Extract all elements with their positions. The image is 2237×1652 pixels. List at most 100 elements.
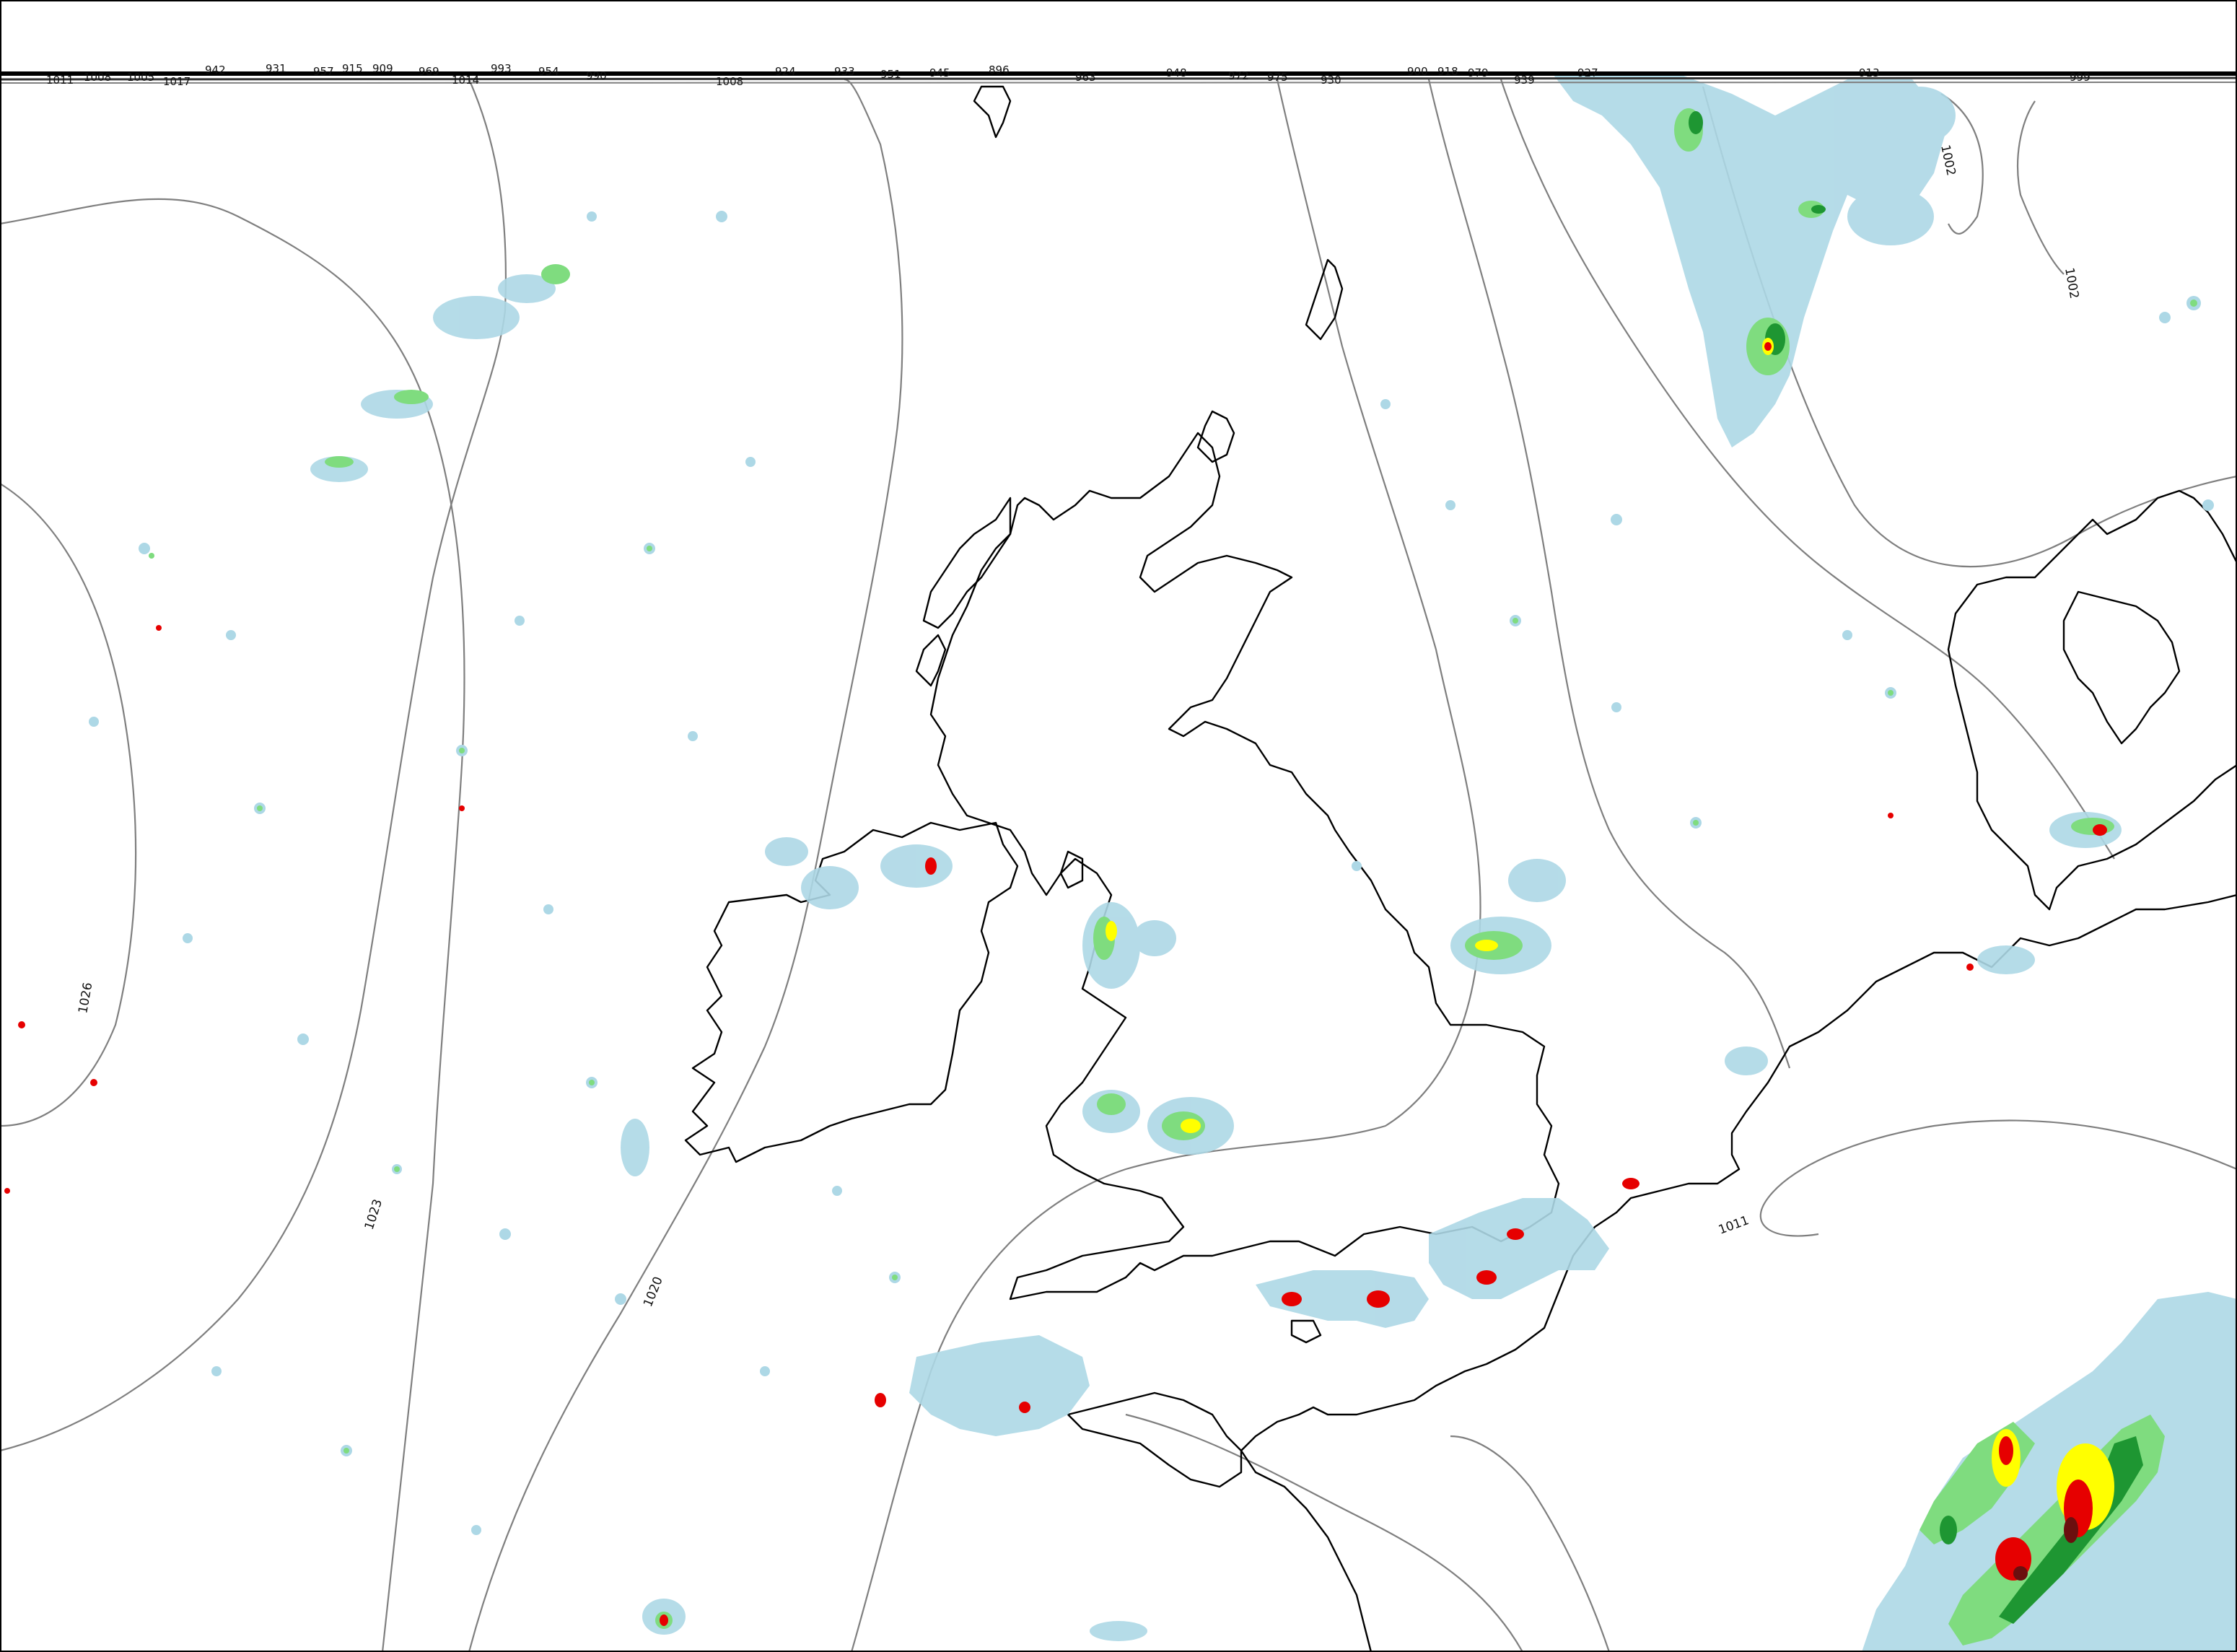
shower-cell: [1380, 399, 1391, 409]
precip-area: [2064, 1517, 2078, 1543]
shower-cell: [615, 1293, 626, 1305]
precip-area: [325, 456, 354, 468]
shower-cell: [139, 543, 150, 554]
precip-area: [1181, 1119, 1201, 1133]
top-edge-label: 990: [586, 69, 607, 82]
precip-area: [660, 1614, 668, 1626]
precip-area: [1847, 188, 1934, 245]
shower-cell: [688, 731, 698, 741]
precip-area: [621, 1119, 649, 1176]
top-edge-label: 1014: [452, 74, 479, 87]
shower-cell: [716, 211, 727, 222]
shower-cell: [459, 805, 465, 811]
precip-area: [1977, 945, 2035, 974]
top-edge-label: 927: [1577, 66, 1598, 79]
shower-cell: [459, 748, 465, 753]
shower-cell: [4, 1188, 10, 1194]
precip-area: [1507, 1228, 1524, 1240]
shower-cell: [1445, 500, 1455, 510]
precip-area: [1106, 921, 1117, 941]
top-edge-line: [0, 82, 2237, 84]
precip-area: [1940, 1516, 1957, 1544]
precip-area: [1689, 111, 1703, 134]
shower-cell: [156, 625, 162, 631]
shower-cell: [2190, 300, 2197, 307]
shower-cell: [89, 717, 99, 727]
precip-area: [880, 844, 953, 888]
shower-cell: [587, 211, 597, 222]
shower-cell: [1352, 861, 1362, 871]
top-edge-label: 939: [1514, 74, 1535, 87]
shower-cell: [2202, 499, 2214, 511]
top-edge-label: 975: [1267, 71, 1288, 84]
shower-cell: [1842, 630, 1852, 640]
precip-area: [1367, 1290, 1390, 1308]
top-edge-label: 915: [342, 62, 363, 75]
precip-area: [2013, 1566, 2028, 1581]
precip-area: [2071, 818, 2114, 835]
top-edge-label: 1008: [84, 71, 111, 84]
top-edge-label: 1017: [163, 75, 191, 88]
shower-cell: [471, 1525, 481, 1535]
map-background: [0, 0, 2237, 1652]
top-edge-label: 951: [880, 68, 901, 81]
precip-area: [1476, 1270, 1497, 1285]
precip-area: [394, 390, 429, 404]
top-edge-label: 979: [1468, 66, 1489, 79]
top-edge-label: 931: [266, 62, 286, 75]
shower-cell: [2159, 312, 2171, 323]
shower-cell: [226, 630, 236, 640]
top-edge-label: 1008: [716, 75, 743, 88]
shower-cell: [589, 1080, 595, 1085]
shower-cell: [832, 1186, 842, 1196]
precip-area: [765, 837, 808, 866]
top-edge-label: 942: [205, 64, 226, 77]
shower-cell: [499, 1228, 511, 1240]
precip-area: [1133, 920, 1176, 956]
top-edge-label: 913: [1859, 66, 1880, 79]
precip-area: [2093, 824, 2107, 836]
top-edge-label: 957: [313, 65, 334, 78]
precip-area: [801, 866, 859, 909]
shower-cell: [543, 904, 553, 914]
shower-cell: [892, 1275, 898, 1280]
shower-cell: [343, 1448, 349, 1454]
shower-cell: [1888, 813, 1894, 818]
shower-cell: [394, 1166, 400, 1172]
precip-area: [1725, 1046, 1768, 1075]
shower-cell: [1888, 690, 1894, 696]
shower-cell: [297, 1033, 309, 1045]
shower-cell: [183, 933, 193, 943]
top-edge-label: 909: [372, 62, 393, 75]
top-edge-label: 969: [419, 65, 439, 78]
top-edge-label: 933: [834, 65, 855, 78]
precip-area: [925, 857, 937, 875]
shower-cell: [211, 1366, 222, 1376]
top-edge-label: 930: [1321, 74, 1341, 87]
weather-map: 1026 1023 1020 1011 1002 1002 1011 1008 …: [0, 0, 2237, 1652]
precip-area: [1475, 940, 1498, 951]
precip-area: [541, 264, 570, 284]
precip-area: [1508, 859, 1566, 902]
precip-area: [1622, 1178, 1640, 1189]
top-edge-line: [0, 77, 2237, 81]
top-edge-label: 963: [1075, 71, 1096, 84]
precip-area: [1764, 342, 1772, 351]
shower-cell: [90, 1079, 97, 1086]
shower-cell: [1513, 618, 1518, 624]
top-edge-label: 918: [1437, 65, 1458, 78]
shower-cell: [1611, 702, 1621, 712]
precip-area: [875, 1393, 886, 1407]
shower-cell: [149, 553, 154, 559]
shower-cell: [257, 805, 263, 811]
top-edge-label: 999: [2070, 71, 2091, 84]
precip-area: [1883, 87, 1956, 144]
top-edge-label: 1005: [127, 71, 154, 84]
shower-cell: [760, 1366, 770, 1376]
top-edge-label: 900: [1407, 65, 1428, 78]
precip-area: [1097, 1093, 1126, 1115]
shower-cell: [1693, 820, 1699, 826]
shower-cell: [647, 546, 652, 551]
top-edge-label: 954: [538, 65, 559, 78]
precip-area: [433, 296, 520, 339]
